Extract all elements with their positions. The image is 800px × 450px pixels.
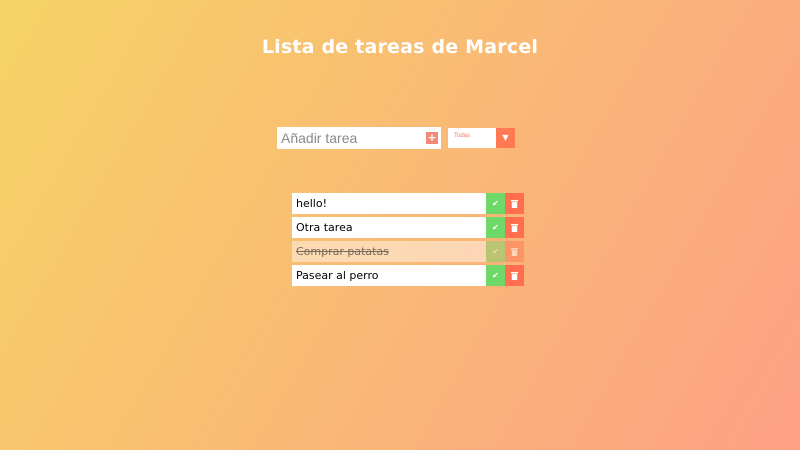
todo-text: Otra tarea bbox=[296, 221, 353, 234]
todo-text: Comprar patatas bbox=[296, 245, 389, 258]
trash-icon bbox=[511, 272, 518, 280]
caret-down-icon[interactable]: ▼ bbox=[496, 128, 515, 148]
todo-item-completed: Comprar patatas ✔ bbox=[292, 241, 524, 262]
todo-list: hello! ✔ Otra tarea ✔ Comprar patatas ✔ … bbox=[292, 193, 524, 289]
trash-icon bbox=[511, 224, 518, 232]
check-icon: ✔ bbox=[492, 223, 499, 232]
todo-item: Pasear al perro ✔ bbox=[292, 265, 524, 286]
page-title: Lista de tareas de Marcel bbox=[261, 36, 539, 58]
complete-button[interactable]: ✔ bbox=[486, 217, 505, 238]
filter-select-value: Todas bbox=[454, 133, 471, 139]
todo-item: hello! ✔ bbox=[292, 193, 524, 214]
check-icon: ✔ bbox=[492, 247, 499, 256]
check-icon: ✔ bbox=[492, 199, 499, 208]
todo-item: Otra tarea ✔ bbox=[292, 217, 524, 238]
trash-icon bbox=[511, 248, 518, 256]
page-header: Lista de tareas de Marcel bbox=[0, 36, 800, 58]
todo-form: + Todas ▼ bbox=[277, 127, 517, 149]
trash-icon bbox=[511, 200, 518, 208]
plus-icon: + bbox=[427, 131, 437, 144]
add-todo-button[interactable]: + bbox=[426, 132, 438, 144]
complete-button[interactable]: ✔ bbox=[486, 265, 505, 286]
delete-button[interactable] bbox=[505, 265, 524, 286]
complete-button[interactable]: ✔ bbox=[486, 241, 505, 262]
check-icon: ✔ bbox=[492, 271, 499, 280]
delete-button[interactable] bbox=[505, 241, 524, 262]
delete-button[interactable] bbox=[505, 217, 524, 238]
todo-input-wrapper: + bbox=[277, 127, 441, 149]
todo-input[interactable] bbox=[277, 127, 425, 149]
filter-select[interactable]: Todas ▼ bbox=[448, 128, 515, 148]
todo-text: hello! bbox=[296, 197, 327, 210]
todo-text: Pasear al perro bbox=[296, 269, 379, 282]
delete-button[interactable] bbox=[505, 193, 524, 214]
complete-button[interactable]: ✔ bbox=[486, 193, 505, 214]
